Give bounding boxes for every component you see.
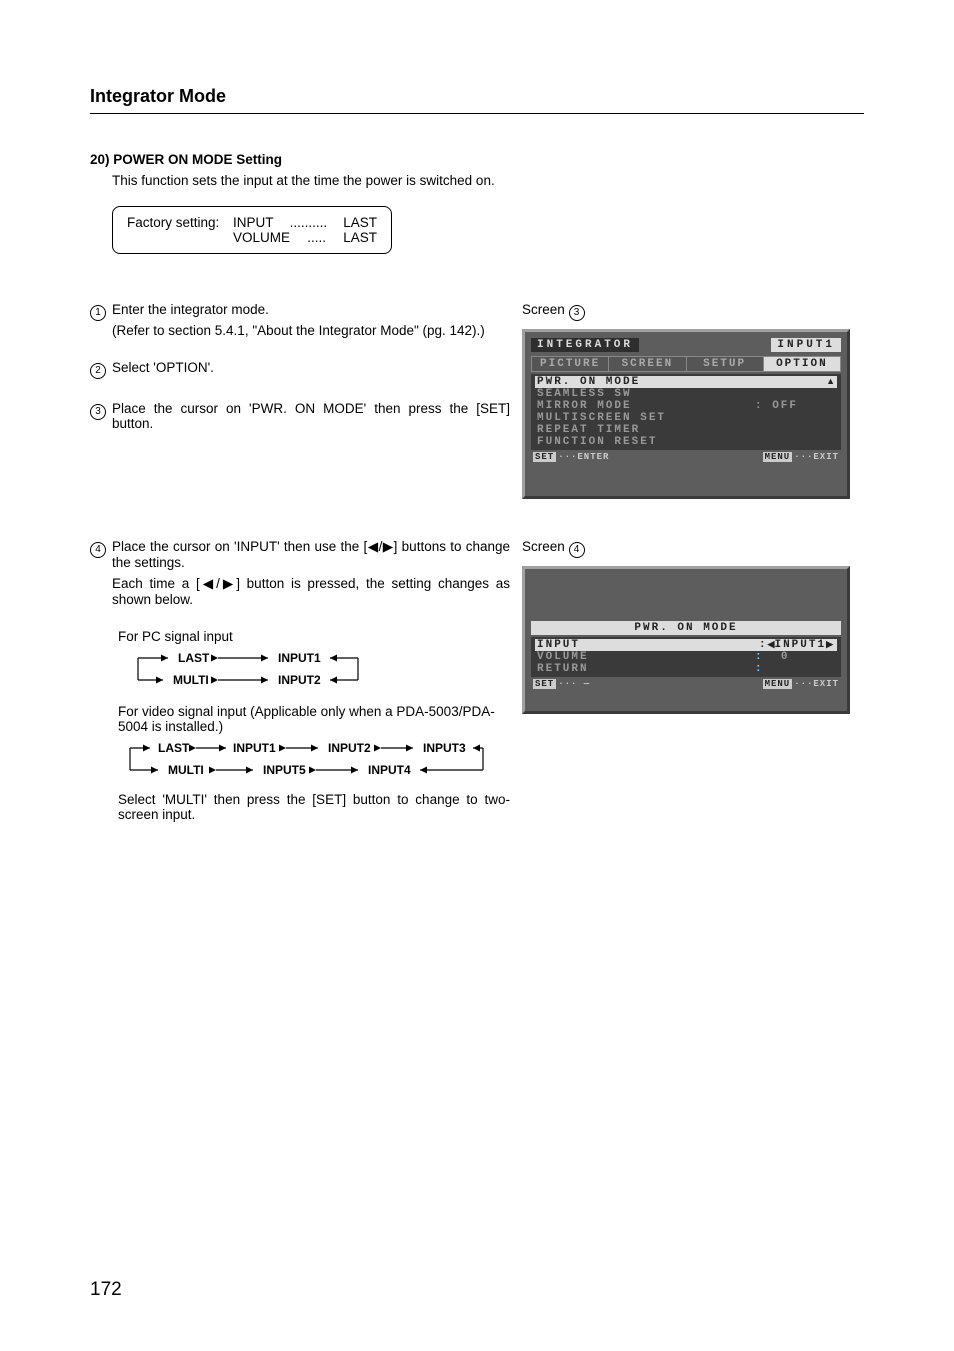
- screen-label: Screen 3: [522, 302, 864, 321]
- screen-label: Screen 4: [522, 539, 864, 558]
- set-keycap-icon: SET: [533, 452, 556, 462]
- osd-screen-4: PWR. ON MODE INPUT :◀INPUT1▶ VOLUME : 0 …: [522, 566, 850, 714]
- pc-signal-label: For PC signal input: [118, 629, 510, 644]
- osd-tab-selected: OPTION: [764, 357, 840, 371]
- osd-footer: SET··· — MENU···EXIT: [531, 677, 841, 691]
- svg-text:INPUT1: INPUT1: [233, 741, 276, 755]
- section-title: Integrator Mode: [90, 86, 864, 114]
- factory-label: Factory setting:: [127, 215, 233, 230]
- step-number-icon: 3: [90, 404, 106, 420]
- step-1: 1 Enter the integrator mode. (Refer to s…: [90, 302, 510, 338]
- svg-text:LAST: LAST: [158, 741, 190, 755]
- osd-menu: PWR. ON MODE▲ SEAMLESS SW MIRROR MODE: O…: [531, 374, 841, 450]
- intro-text: This function sets the input at the time…: [112, 173, 864, 188]
- osd-tab: SCREEN: [609, 357, 686, 371]
- svg-text:MULTI: MULTI: [168, 763, 204, 777]
- left-column: 1 Enter the integrator mode. (Refer to s…: [90, 302, 522, 499]
- step-text: Enter the integrator mode.: [112, 302, 269, 317]
- factory-key: VOLUME: [233, 230, 290, 245]
- osd-footer: SET···ENTER MENU···EXIT: [531, 450, 841, 464]
- menu-keycap-icon: MENU: [763, 679, 793, 689]
- osd-menu-item: VOLUME : 0: [535, 651, 837, 663]
- osd-tab: SETUP: [687, 357, 764, 371]
- osd-menu-item-selected: PWR. ON MODE▲: [535, 376, 837, 388]
- step-subtext: Each time a [◀/▶] button is pressed, the…: [112, 576, 510, 607]
- pc-cycle-diagram: LAST INPUT1 MULTI INPUT2: [118, 648, 510, 692]
- svg-text:INPUT1: INPUT1: [278, 651, 321, 665]
- step-text: Select 'OPTION'.: [112, 360, 510, 379]
- step-4: 4 Place the cursor on 'INPUT' then use t…: [90, 539, 510, 607]
- step-3: 3 Place the cursor on 'PWR. ON MODE' the…: [90, 401, 510, 431]
- step-2: 2 Select 'OPTION'.: [90, 360, 510, 379]
- step-text: Place the cursor on 'INPUT' then use the…: [112, 539, 510, 570]
- setting-heading: 20) POWER ON MODE Setting: [90, 152, 864, 167]
- svg-text:INPUT3: INPUT3: [423, 741, 466, 755]
- osd-menu: INPUT :◀INPUT1▶ VOLUME : 0 RETURN :: [531, 637, 841, 677]
- osd-tabs: PICTURE SCREEN SETUP OPTION: [531, 356, 841, 372]
- page-number: 172: [90, 1279, 122, 1301]
- svg-text:MULTI: MULTI: [173, 673, 209, 687]
- cycle-arrows-icon: LAST INPUT1 INPUT2 INPUT3 MULTI INPUT5 I…: [118, 738, 498, 782]
- step-number-icon: 1: [90, 305, 106, 321]
- screen-number-icon: 3: [569, 305, 585, 321]
- video-cycle-diagram: LAST INPUT1 INPUT2 INPUT3 MULTI INPUT5 I…: [118, 738, 510, 782]
- osd-title-right: INPUT1: [771, 338, 841, 352]
- osd-menu-item: MULTISCREEN SET: [535, 412, 837, 424]
- osd-title-left: INTEGRATOR: [531, 338, 639, 352]
- osd-menu-item: RETURN :: [535, 663, 837, 675]
- osd-menu-item: SEAMLESS SW: [535, 388, 837, 400]
- osd-menu-item: REPEAT TIMER: [535, 424, 837, 436]
- step-subtext: (Refer to section 5.4.1, "About the Inte…: [112, 323, 510, 338]
- cycle-arrows-icon: LAST INPUT1 MULTI INPUT2: [118, 648, 378, 692]
- menu-keycap-icon: MENU: [763, 452, 793, 462]
- svg-text:INPUT4: INPUT4: [368, 763, 411, 777]
- factory-val: LAST: [343, 215, 377, 230]
- right-column: Screen 3 INTEGRATOR INPUT1 PICTURE SCREE…: [522, 302, 864, 499]
- osd-screen-3: INTEGRATOR INPUT1 PICTURE SCREEN SETUP O…: [522, 329, 850, 499]
- osd-menu-item: FUNCTION RESET: [535, 436, 837, 448]
- svg-text:INPUT5: INPUT5: [263, 763, 306, 777]
- svg-text:INPUT2: INPUT2: [328, 741, 371, 755]
- factory-val: LAST: [343, 230, 377, 245]
- svg-text:INPUT2: INPUT2: [278, 673, 321, 687]
- osd-tab: PICTURE: [532, 357, 609, 371]
- scroll-up-icon: ▲: [826, 376, 835, 388]
- triangle-right-icon: ▶: [826, 639, 833, 649]
- step-text: Place the cursor on 'PWR. ON MODE' then …: [112, 401, 510, 431]
- manual-page: Integrator Mode 20) POWER ON MODE Settin…: [0, 0, 954, 1351]
- video-signal-label: For video signal input (Applicable only …: [118, 704, 510, 734]
- multi-note: Select 'MULTI' then press the [SET] butt…: [118, 792, 510, 822]
- svg-text:LAST: LAST: [178, 651, 210, 665]
- factory-setting-box: Factory setting: INPUT .......... LAST V…: [112, 206, 392, 254]
- factory-key: INPUT: [233, 215, 274, 230]
- osd-menu-item-selected: INPUT :◀INPUT1▶: [535, 639, 837, 651]
- factory-dots: ..........: [290, 215, 328, 230]
- osd-menu-item: MIRROR MODE: OFF: [535, 400, 837, 412]
- osd-submenu-title: PWR. ON MODE: [531, 621, 841, 635]
- left-column: 4 Place the cursor on 'INPUT' then use t…: [90, 539, 522, 822]
- step-number-icon: 2: [90, 363, 106, 379]
- set-keycap-icon: SET: [533, 679, 556, 689]
- factory-dots: .....: [307, 230, 326, 245]
- screen-number-icon: 4: [569, 542, 585, 558]
- step-number-icon: 4: [90, 542, 106, 558]
